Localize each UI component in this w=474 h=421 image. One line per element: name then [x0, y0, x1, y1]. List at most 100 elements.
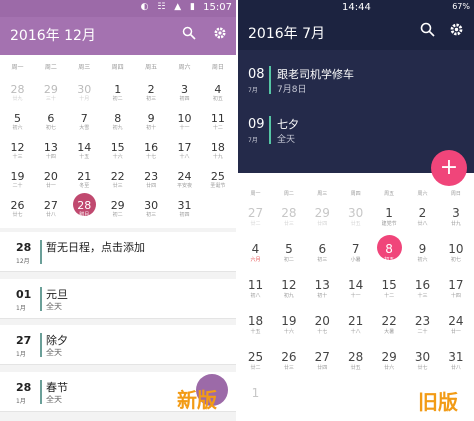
day-cell[interactable]: 11 初八	[239, 278, 272, 306]
lunar-label: 廿一	[450, 329, 461, 335]
event-row[interactable]: 27 1月 除夕 全天	[0, 325, 236, 365]
event-color-bar	[269, 116, 271, 144]
day-cell[interactable]: 1	[239, 386, 272, 414]
day-cell[interactable]: 5 初六	[1, 112, 34, 140]
day-cell[interactable]: 24 平安夜	[168, 170, 201, 198]
day-cell[interactable]: 23 二十	[406, 314, 439, 342]
event-subtitle: 全天	[46, 302, 62, 311]
day-cell[interactable]: 13 十四	[34, 141, 67, 169]
day-cell[interactable]: 27 廿四	[306, 350, 339, 378]
lunar-label: 平安夜	[176, 183, 192, 189]
day-cell[interactable]: 1 建党节	[373, 206, 406, 234]
day-cell[interactable]: 4 六月	[239, 242, 272, 270]
day-cell[interactable]: 19 十六	[272, 314, 305, 342]
month-title[interactable]: 2016年 7月	[248, 23, 325, 43]
day-cell[interactable]: 29 初二	[101, 199, 134, 227]
agenda-item[interactable]: 09 7月 七夕 全天	[238, 110, 474, 150]
day-cell[interactable]: 31 初四	[168, 199, 201, 227]
day-cell[interactable]: 11 十二	[201, 112, 234, 140]
day-cell[interactable]: 29 廿四	[306, 206, 339, 234]
selected-day-cell[interactable]: 28 腊月	[68, 193, 101, 227]
day-cell[interactable]: 12 十三	[1, 141, 34, 169]
lunar-label: 廿一	[45, 183, 56, 189]
day-cell[interactable]: 23 廿四	[135, 170, 168, 198]
event-month: 1月	[16, 351, 26, 358]
day-cell[interactable]: 31 廿八	[439, 350, 472, 378]
event-row[interactable]: 28 12月 暂无日程，点击添加	[0, 232, 236, 272]
day-cell[interactable]: 22 廿三	[101, 170, 134, 198]
day-cell[interactable]: 8 初九	[101, 112, 134, 140]
weekday-label: 周一	[250, 191, 261, 197]
day-cell[interactable]: 9 初十	[135, 112, 168, 140]
day-cell[interactable]: 18 十五	[239, 314, 272, 342]
day-cell[interactable]: 15 十二	[373, 278, 406, 306]
day-cell[interactable]: 26 廿三	[272, 350, 305, 378]
day-cell[interactable]: 27 廿二	[239, 206, 272, 234]
day-cell[interactable]: 28 廿九	[1, 83, 34, 111]
day-cell[interactable]: 30 廿七	[406, 350, 439, 378]
day-cell[interactable]: 4 初五	[201, 83, 234, 111]
lunar-label: 十三	[12, 154, 23, 160]
app-bar: 2016年 7月	[238, 17, 474, 50]
day-cell[interactable]: 14 十一	[339, 278, 372, 306]
day-cell[interactable]: 3 廿九	[439, 206, 472, 234]
day-cell[interactable]: 10 十一	[168, 112, 201, 140]
day-cell[interactable]: 27 廿八	[34, 199, 67, 227]
search-icon[interactable]	[182, 26, 196, 45]
day-cell[interactable]: 24 廿一	[439, 314, 472, 342]
event-row[interactable]: 01 1月 元旦 全天	[0, 279, 236, 319]
day-cell[interactable]: 20 十七	[306, 314, 339, 342]
add-event-button[interactable]: +	[431, 150, 467, 186]
lunar-label: 初二	[112, 96, 123, 102]
day-cell[interactable]: 12 初九	[272, 278, 305, 306]
day-cell[interactable]: 13 初十	[306, 278, 339, 306]
day-cell[interactable]: 7 大雪	[68, 112, 101, 140]
day-cell[interactable]: 22 大暑	[373, 314, 406, 342]
day-cell[interactable]: 15 十六	[101, 141, 134, 169]
day-cell[interactable]: 5 初二	[272, 242, 305, 270]
lunar-label: 十九	[212, 154, 223, 160]
day-cell[interactable]: 10 初七	[439, 242, 472, 270]
weekday-label: 周三	[78, 64, 91, 71]
lunar-label: 十五	[79, 154, 90, 160]
lunar-label: 二十	[417, 329, 428, 335]
event-day: 08	[248, 67, 265, 82]
day-cell[interactable]: 1 初二	[101, 83, 134, 111]
day-cell[interactable]: 28 廿五	[339, 350, 372, 378]
selected-day-cell[interactable]: 8 初五	[373, 235, 406, 270]
day-cell[interactable]: 20 廿一	[34, 170, 67, 198]
day-cell[interactable]: 3 初四	[168, 83, 201, 111]
day-cell[interactable]: 26 廿七	[1, 199, 34, 227]
day-cell[interactable]: 30 廿五	[339, 206, 372, 234]
day-cell[interactable]: 21 十八	[339, 314, 372, 342]
day-cell[interactable]: 7 小暑	[339, 242, 372, 270]
month-title[interactable]: 2016年 12月	[10, 25, 96, 45]
day-cell[interactable]: 29 廿六	[373, 350, 406, 378]
day-cell[interactable]: 25 圣诞节	[201, 170, 234, 198]
day-cell[interactable]: 28 廿三	[272, 206, 305, 234]
day-cell[interactable]: 30 十月	[68, 83, 101, 111]
day-number: 20	[43, 170, 58, 183]
day-cell[interactable]: 30 初三	[135, 199, 168, 227]
day-cell[interactable]: 17 十八	[168, 141, 201, 169]
day-cell[interactable]: 9 初六	[406, 242, 439, 270]
day-cell[interactable]: 16 十七	[135, 141, 168, 169]
lunar-label: 六月	[250, 257, 261, 263]
day-cell[interactable]: 16 十三	[406, 278, 439, 306]
day-cell[interactable]: 2 廿八	[406, 206, 439, 234]
day-cell[interactable]: 6 初七	[34, 112, 67, 140]
gear-icon[interactable]	[449, 22, 464, 41]
day-cell[interactable]: 17 十四	[439, 278, 472, 306]
lunar-label: 十五	[250, 329, 261, 335]
day-cell[interactable]: 19 二十	[1, 170, 34, 198]
day-cell[interactable]: 25 廿二	[239, 350, 272, 378]
day-cell[interactable]: 2 初三	[135, 83, 168, 111]
day-cell[interactable]: 6 初三	[306, 242, 339, 270]
gear-icon[interactable]	[213, 26, 227, 45]
day-number: 30	[348, 206, 364, 220]
day-cell[interactable]: 18 十九	[201, 141, 234, 169]
search-icon[interactable]	[420, 22, 435, 41]
day-cell[interactable]: 29 三十	[34, 83, 67, 111]
agenda-item[interactable]: 08 7月 跟老司机学修车 7月8日	[238, 60, 474, 100]
day-cell[interactable]: 14 十五	[68, 141, 101, 169]
